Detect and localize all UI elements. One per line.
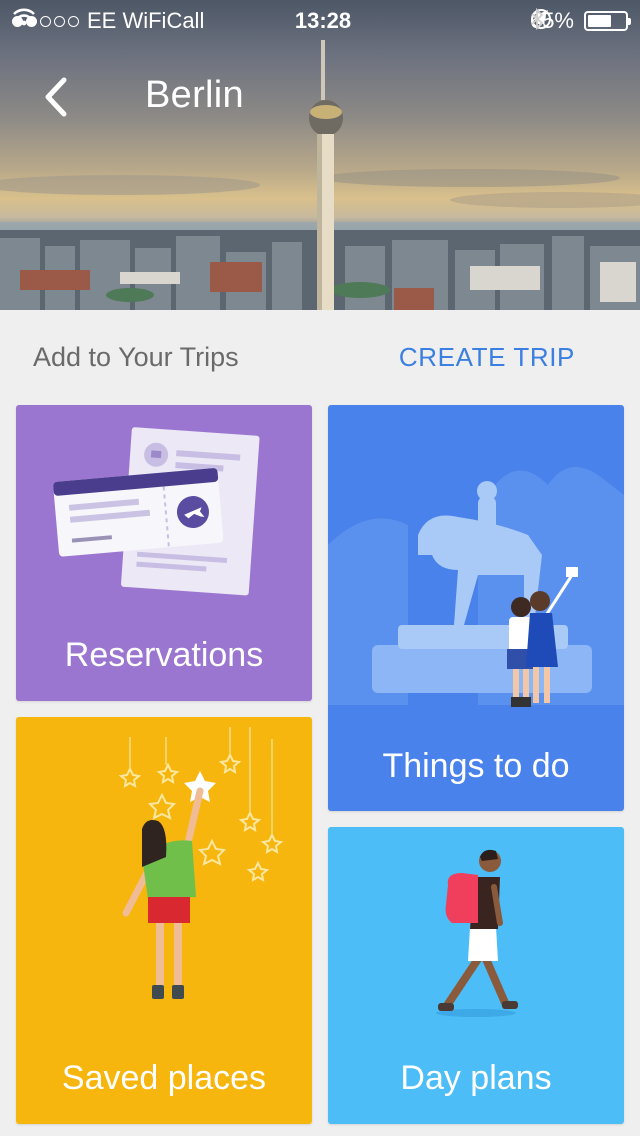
- battery-level: [588, 15, 612, 27]
- bluetooth-icon: [531, 8, 544, 30]
- chevron-left-icon: [45, 77, 67, 117]
- berlin-skyline-illustration: [0, 40, 640, 310]
- city-header-image: EE WiFiCall 13:28 65% Berlin: [0, 0, 640, 310]
- saved-places-card[interactable]: Saved places: [16, 717, 312, 1124]
- back-button[interactable]: [36, 72, 80, 122]
- day-plans-label: Day plans: [400, 1059, 552, 1097]
- day-plans-card[interactable]: Day plans: [328, 827, 624, 1124]
- battery-icon: [584, 11, 631, 31]
- add-to-trips-label: Add to Your Trips: [33, 342, 239, 372]
- page-title: Berlin: [145, 74, 244, 116]
- create-trip-button[interactable]: CREATE TRIP: [399, 342, 575, 373]
- things-to-do-card[interactable]: Things to do: [328, 405, 624, 811]
- status-bar: EE WiFiCall 13:28 65%: [0, 0, 640, 40]
- things-to-do-label: Things to do: [382, 747, 570, 785]
- reservations-card[interactable]: Reservations: [16, 405, 312, 701]
- saved-places-label: Saved places: [61, 1059, 267, 1097]
- reservations-label: Reservations: [64, 636, 264, 674]
